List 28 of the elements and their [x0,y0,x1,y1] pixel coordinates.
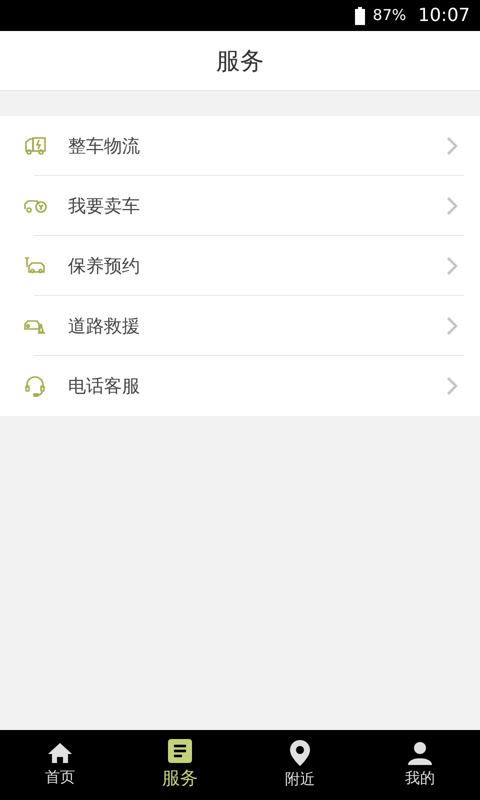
clock-time: 10:07 [418,4,470,28]
tab-button[interactable]: 我的 [360,730,480,800]
tab-button[interactable]: 首页 [0,730,120,800]
service-item[interactable]: 道路救援 [0,296,480,356]
tab-button[interactable]: 附近 [240,730,360,800]
headset-icon [22,374,48,398]
service-label: 道路救援 [68,314,141,338]
person-icon [408,740,432,765]
service-label: 我要卖车 [68,194,141,218]
service-label: 保养预约 [68,254,141,278]
chevron-right-icon [446,196,458,216]
service-item[interactable]: 我要卖车 [0,176,480,236]
chevron-right-icon [446,136,458,156]
service-label: 电话客服 [68,374,141,398]
list-icon [168,738,192,762]
service-item[interactable]: 整车物流 [0,116,480,176]
tab-button[interactable]: 服务 [120,730,240,800]
chevron-right-icon [446,376,458,396]
battery-percentage: 87% [372,5,406,26]
page-title: 服务 [216,46,264,76]
battery-icon [354,6,365,24]
service-item[interactable]: 保养预约 [0,236,480,296]
service-item[interactable]: 电话客服 [0,356,480,416]
map-pin-icon [290,740,310,766]
chevron-right-icon [446,316,458,336]
service-label: 整车物流 [68,134,141,158]
home-icon [47,742,73,764]
chevron-right-icon [446,256,458,276]
